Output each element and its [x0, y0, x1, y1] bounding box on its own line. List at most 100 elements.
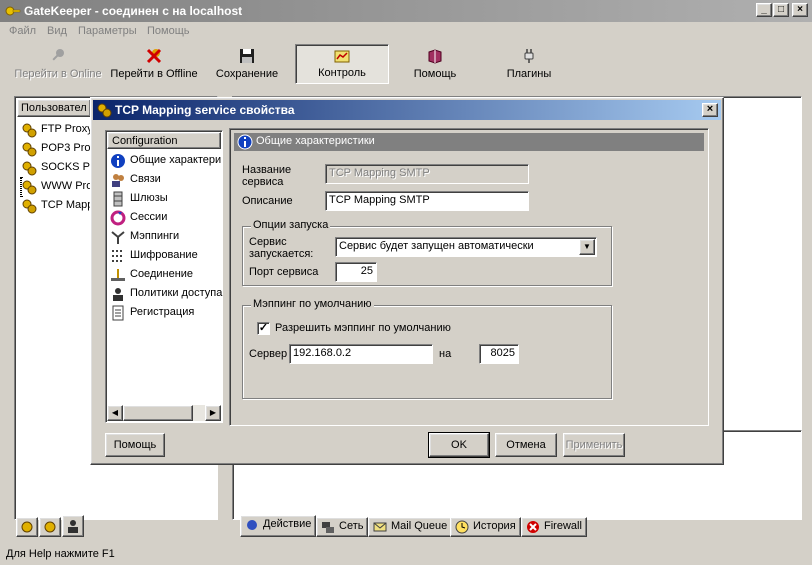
allow-default-mapping-label[interactable]: Разрешить мэппинг по умолчанию	[275, 322, 451, 334]
panel-header: Общие характеристики	[234, 133, 704, 151]
tab-firewall[interactable]: Firewall	[521, 517, 587, 537]
gear-icon	[22, 161, 37, 176]
mail-icon	[373, 522, 387, 532]
menu-file[interactable]: Файл	[9, 25, 36, 37]
gear-icon	[97, 103, 112, 118]
config-item-general[interactable]: Общие характери	[110, 152, 224, 170]
config-item-links[interactable]: Связи	[110, 171, 224, 189]
service-name-field: TCP Mapping SMTP	[325, 164, 529, 184]
network-icon	[322, 522, 334, 533]
scroll-left-button[interactable]: ◀	[107, 405, 123, 421]
tab-history[interactable]: История	[450, 517, 521, 537]
mapping-icon	[111, 231, 125, 244]
gear-icon	[247, 520, 257, 530]
policy-icon	[113, 288, 123, 301]
stop-icon	[527, 521, 539, 533]
server-label: Сервер	[249, 348, 288, 360]
default-mapping-group: Мэппинг по умолчанию ✓ Разрешить мэппинг…	[242, 298, 612, 399]
allow-default-mapping-checkbox[interactable]: ✓	[257, 322, 270, 335]
ok-button[interactable]: OK	[428, 432, 490, 458]
config-item-mappings[interactable]: Мэппинги	[110, 228, 224, 246]
apply-button[interactable]: Применить	[563, 433, 625, 457]
main-title-bar: GateKeeper - соединен с на localhost _ □…	[0, 0, 812, 22]
service-port-label: Порт сервиса	[249, 266, 319, 278]
encryption-icon	[112, 250, 122, 262]
menu-help[interactable]: Помощь	[147, 25, 190, 37]
sessions-icon	[110, 210, 126, 226]
dialog-title-bar: TCP Mapping service свойства ×	[93, 100, 721, 120]
help-book-icon	[428, 49, 442, 64]
gateway-icon	[113, 191, 123, 207]
connection-icon	[111, 269, 125, 281]
description-field[interactable]: TCP Mapping SMTP	[325, 191, 529, 211]
minimize-button[interactable]: _	[756, 3, 772, 17]
general-settings-panel: Общие характеристики Название сервиса TC…	[229, 128, 709, 426]
menu-bar: Файл Вид Параметры Помощь	[0, 22, 812, 42]
service-name-label: Название сервиса	[242, 164, 292, 188]
service-start-select[interactable]: Сервис будет запущен автоматически ▼	[335, 237, 597, 257]
chevron-down-icon[interactable]: ▼	[579, 239, 595, 255]
config-item-encryption[interactable]: Шифрование	[110, 247, 224, 265]
menu-settings[interactable]: Параметры	[78, 25, 137, 37]
plug-icon	[524, 49, 534, 63]
service-port-field[interactable]: 25	[335, 262, 377, 282]
go-offline-button[interactable]: Перейти в Offline	[106, 44, 202, 84]
key-icon	[5, 6, 21, 16]
clock-icon	[455, 520, 469, 534]
gear-icon	[22, 123, 37, 138]
save-button[interactable]: Сохранение	[204, 44, 290, 84]
config-item-registration[interactable]: Регистрация	[110, 304, 224, 322]
key-cross-icon	[146, 48, 162, 64]
close-button[interactable]: ×	[792, 3, 808, 17]
on-label: на	[439, 348, 452, 360]
tab-services-view[interactable]	[39, 517, 61, 537]
status-text: Для Help нажмите F1	[6, 548, 115, 560]
help-button[interactable]: Помощь	[105, 433, 165, 457]
config-tree[interactable]: Configuration Общие характери Связи Шлюз…	[105, 130, 223, 423]
tab-action[interactable]: Действие	[240, 515, 317, 537]
gear-icon	[21, 521, 33, 533]
start-options-group: Опции запуска Сервис запускается: Сервис…	[242, 219, 612, 286]
plugins-button[interactable]: Плагины	[486, 44, 572, 84]
info-icon	[111, 154, 125, 168]
config-item-access-policies[interactable]: Политики доступа	[110, 285, 224, 303]
description-label: Описание	[242, 195, 293, 207]
cancel-button[interactable]: Отмена	[495, 433, 557, 457]
start-options-title: Опции запуска	[251, 219, 331, 231]
key-icon	[52, 49, 64, 61]
gear-icon	[44, 521, 56, 533]
info-icon	[237, 134, 253, 150]
dialog-close-button[interactable]: ×	[702, 103, 718, 117]
menu-view[interactable]: Вид	[47, 25, 67, 37]
status-bar: Для Help нажмите F1	[0, 545, 812, 565]
go-online-button[interactable]: Перейти в Online	[12, 44, 104, 84]
control-button[interactable]: Контроль	[295, 44, 389, 84]
user-column-header[interactable]: Пользовател	[17, 99, 91, 117]
config-item-connection[interactable]: Соединение	[110, 266, 224, 284]
config-tree-hscroll[interactable]: ◀ ▶	[107, 405, 221, 421]
tab-users-view[interactable]	[16, 517, 38, 537]
help-toolbar-button[interactable]: Помощь	[392, 44, 478, 84]
gear-icon	[22, 199, 37, 214]
floppy-icon	[240, 49, 254, 63]
document-icon	[112, 305, 124, 321]
scroll-thumb[interactable]	[123, 405, 193, 421]
gear-icon	[22, 142, 37, 157]
default-mapping-title: Мэппинг по умолчанию	[251, 298, 374, 310]
properties-dialog: TCP Mapping service свойства × Configura…	[90, 97, 724, 465]
window-title: GateKeeper - соединен с на localhost	[24, 4, 243, 18]
tab-user-view[interactable]	[62, 515, 84, 537]
config-item-sessions[interactable]: Сессии	[110, 209, 224, 227]
maximize-button[interactable]: □	[773, 3, 789, 17]
config-tree-header[interactable]: Configuration	[107, 132, 221, 149]
toolbar: Перейти в Online Перейти в Offline Сохра…	[4, 44, 784, 84]
config-item-gateways[interactable]: Шлюзы	[110, 190, 224, 208]
tab-mail-queue[interactable]: Mail Queue	[368, 517, 453, 537]
scroll-right-button[interactable]: ▶	[205, 405, 221, 421]
tab-network[interactable]: Сеть	[316, 517, 369, 537]
user-icon	[68, 520, 78, 533]
mapping-port-field[interactable]: 8025	[479, 344, 519, 364]
monitor-chart-icon	[334, 50, 350, 63]
server-field[interactable]: 192.168.0.2	[289, 344, 433, 364]
gear-icon	[22, 180, 37, 195]
